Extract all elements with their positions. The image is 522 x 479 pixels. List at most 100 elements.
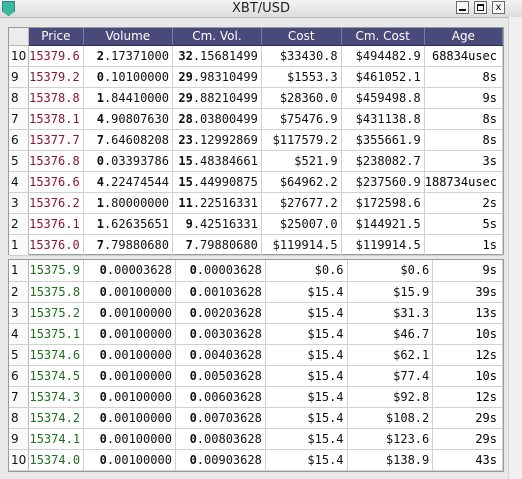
age-cell: 29s — [432, 407, 503, 429]
cm-vol-cell: 0.00503628 — [175, 365, 266, 387]
row-index: 7 — [9, 108, 30, 130]
cost-cell: $33430.8 — [261, 45, 342, 67]
volume-dec: .00003628 — [106, 263, 172, 278]
cm-cost-cell: $461052.1 — [341, 66, 425, 88]
cm-cost-cell: $92.8 — [347, 386, 434, 408]
volume-int: 0 — [96, 69, 104, 84]
cm-vol-int: 0 — [189, 389, 197, 404]
bid-order-row[interactable]: 10 15374.0 0.00100000 0.00903628 $15.4 $138.9… — [9, 449, 503, 471]
cost-cell: $64962.2 — [261, 171, 342, 193]
volume-dec: .00100000 — [106, 368, 172, 383]
ask-order-row[interactable]: 10 15379.6 2.17371000 32.15681499 $33430.8 $4… — [9, 45, 504, 67]
ask-order-row[interactable]: 3 15376.2 1.80000000 11.22516331 $27677.2 $17… — [9, 192, 504, 214]
price-cell: 15376.2 — [28, 192, 84, 214]
row-index: 4 — [9, 171, 30, 193]
age-cell: 9s — [432, 260, 503, 282]
volume-int: 4 — [96, 174, 104, 189]
volume-header[interactable]: Volume — [83, 28, 173, 46]
cm-cost-cell: $123.6 — [347, 428, 434, 450]
cm-vol-dec: .48384661 — [192, 153, 258, 168]
row-index: 8 — [9, 87, 30, 109]
cm-vol-cell: 15.48384661 — [172, 150, 262, 172]
cm-vol-int: 28 — [178, 111, 193, 126]
window-titlebar[interactable]: XBT/USD x — [0, 0, 522, 18]
price-cell: 15374.0 — [28, 449, 85, 471]
age-cell: 68834usec — [424, 45, 504, 67]
ask-order-row[interactable]: 9 15379.2 0.10100000 29.98310499 $1553.3 $461… — [9, 66, 504, 88]
cm-vol-int: 15 — [178, 153, 193, 168]
bid-order-row[interactable]: 3 15375.2 0.00100000 0.00203628 $15.4 $31.3 13… — [9, 302, 503, 324]
cost-cell: $27677.2 — [261, 192, 342, 214]
age-cell: 39s — [432, 281, 503, 303]
ask-order-row[interactable]: 2 15376.1 1.62635651 9.42516331 $25007.0 $144… — [9, 213, 504, 235]
volume-int: 0 — [99, 263, 107, 278]
bid-order-row[interactable]: 7 15374.3 0.00100000 0.00603628 $15.4 $92.8 12… — [9, 386, 503, 408]
volume-cell: 0.00100000 — [83, 323, 176, 345]
close-button[interactable]: x — [492, 1, 505, 14]
volume-int: 0 — [99, 347, 107, 362]
age-header[interactable]: Age — [424, 28, 504, 46]
row-index: 4 — [9, 323, 30, 345]
volume-int: 0 — [99, 284, 107, 299]
cm-cost-header[interactable]: Cm. Cost — [341, 28, 425, 46]
price-cell: 15375.8 — [28, 281, 85, 303]
ask-order-row[interactable]: 7 15378.1 4.90807630 28.03800499 $75476.9 $43… — [9, 108, 504, 130]
cm-vol-int: 0 — [189, 305, 197, 320]
bid-order-row[interactable]: 5 15374.6 0.00100000 0.00403628 $15.4 $62.1 12… — [9, 344, 503, 366]
volume-int: 7 — [96, 132, 104, 147]
cm-vol-int: 0 — [189, 263, 197, 278]
bid-order-row[interactable]: 4 15375.1 0.00100000 0.00303628 $15.4 $46.7 10… — [9, 323, 503, 345]
row-index: 7 — [9, 386, 30, 408]
cm-vol-cell: 0.00903628 — [175, 449, 266, 471]
minimize-button[interactable] — [456, 1, 469, 14]
cost-header[interactable]: Cost — [261, 28, 342, 46]
cm-vol-int: 0 — [189, 326, 197, 341]
cm-vol-int: 0 — [189, 410, 197, 425]
bid-order-row[interactable]: 2 15375.8 0.00100000 0.00103628 $15.4 $15.9 39… — [9, 281, 503, 303]
cm-vol-int: 29 — [178, 90, 193, 105]
bid-order-row[interactable]: 6 15374.5 0.00100000 0.00503628 $15.4 $77.4 10… — [9, 365, 503, 387]
ask-order-row[interactable]: 8 15378.8 1.84410000 29.88210499 $28360.0 $45… — [9, 87, 504, 109]
bid-order-row[interactable]: 8 15374.2 0.00100000 0.00703628 $15.4 $108.2 2… — [9, 407, 503, 429]
cm-vol-int: 23 — [178, 132, 193, 147]
cm-vol-dec: .22516331 — [192, 195, 258, 210]
price-header[interactable]: Price — [28, 28, 84, 46]
volume-cell: 7.79880680 — [83, 234, 173, 256]
maximize-button[interactable] — [474, 1, 487, 14]
cost-cell: $28360.0 — [261, 87, 342, 109]
cm-vol-cell: 0.00103628 — [175, 281, 266, 303]
cm-vol-cell: 0.00303628 — [175, 323, 266, 345]
ask-order-row[interactable]: 5 15376.8 0.03393786 15.48384661 $521.9 $2380… — [9, 150, 504, 172]
window-resize-edge[interactable] — [508, 17, 522, 479]
row-index: 9 — [9, 428, 30, 450]
cm-vol-dec: .42516331 — [192, 216, 258, 231]
ask-order-row[interactable]: 1 15376.0 7.79880680 7.79880680 $119914.5 $11… — [9, 234, 504, 256]
cm-vol-cell: 0.00203628 — [175, 302, 266, 324]
cm-vol-int: 9 — [185, 216, 193, 231]
bid-order-row[interactable]: 9 15374.1 0.00100000 0.00803628 $15.4 $123.6 2… — [9, 428, 503, 450]
volume-dec: .90807630 — [103, 111, 169, 126]
price-cell: 15376.1 — [28, 213, 84, 235]
bid-order-row[interactable]: 1 15375.9 0.00003628 0.00003628 $0.6 $0.6 9s — [9, 260, 503, 282]
cost-cell: $15.4 — [265, 365, 348, 387]
price-cell: 15378.8 — [28, 87, 84, 109]
volume-cell: 7.64608208 — [83, 129, 173, 151]
index-header — [9, 28, 30, 46]
row-index: 5 — [9, 344, 30, 366]
volume-dec: .79880680 — [103, 237, 169, 252]
cost-cell: $15.4 — [265, 323, 348, 345]
cm-vol-cell: 0.00003628 — [175, 260, 266, 282]
cost-cell: $15.4 — [265, 407, 348, 429]
cm-cost-cell: $172598.6 — [341, 192, 425, 214]
table-header-row: Price Volume Cm. Vol. Cost Cm. Cost Age — [9, 28, 504, 46]
volume-cell: 0.03393786 — [83, 150, 173, 172]
cm-cost-cell: $494482.9 — [341, 45, 425, 67]
ask-order-row[interactable]: 4 15376.6 4.22474544 15.44990875 $64962.2 $23… — [9, 171, 504, 193]
volume-dec: .00100000 — [106, 389, 172, 404]
ask-order-row[interactable]: 6 15377.7 7.64608208 23.12992869 $117579.2 $3… — [9, 129, 504, 151]
cm-vol-header[interactable]: Cm. Vol. — [172, 28, 262, 46]
cm-vol-int: 29 — [178, 69, 193, 84]
cm-vol-dec: .00303628 — [196, 326, 262, 341]
cost-cell: $0.6 — [265, 260, 348, 282]
cm-vol-dec: .00703628 — [196, 410, 262, 425]
